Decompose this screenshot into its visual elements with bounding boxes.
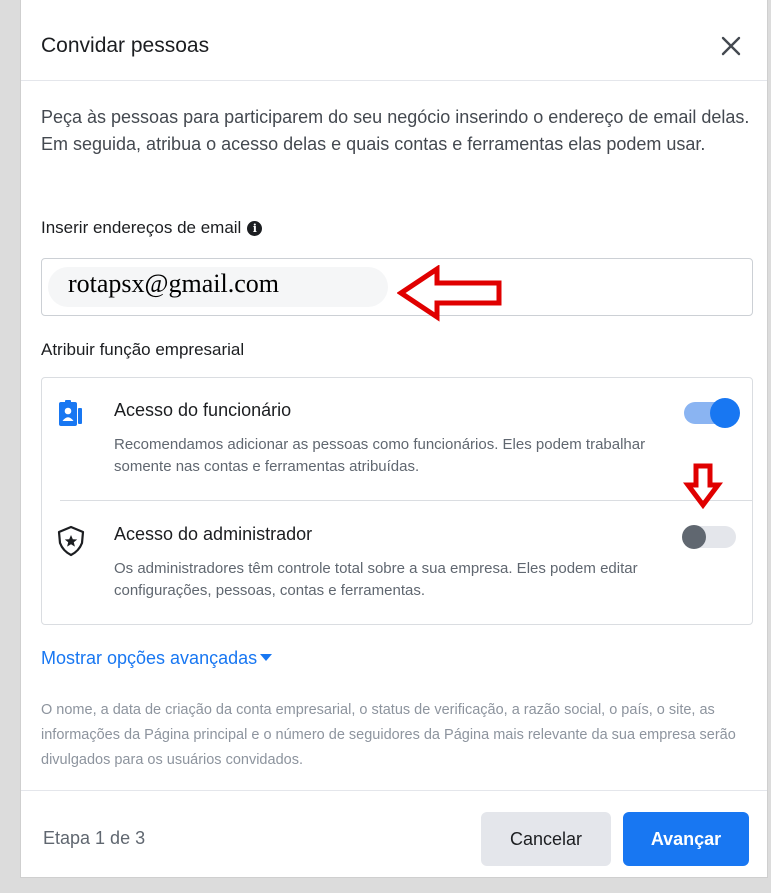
role-title-employee: Acesso do funcionário <box>114 400 292 420</box>
step-indicator: Etapa 1 de 3 <box>43 828 146 848</box>
role-label: Atribuir função empresarial <box>41 340 245 359</box>
email-label: Inserir endereços de email <box>41 218 242 237</box>
cancel-button[interactable]: Cancelar <box>481 812 611 866</box>
employee-badge-icon <box>59 400 82 426</box>
role-divider <box>60 500 753 501</box>
down-arrow-annotation-icon <box>683 463 723 509</box>
disclosure-text: O nome, a data de criação da conta empre… <box>41 702 736 768</box>
role-options: Acesso do funcionário Recomendamos adici… <box>41 377 753 625</box>
invite-people-dialog: Convidar pessoas Peça às pessoas para pa… <box>20 0 768 878</box>
advanced-link-label: Mostrar opções avançadas <box>41 648 258 668</box>
info-icon[interactable]: i <box>247 221 263 236</box>
dialog-title: Convidar pessoas <box>41 34 210 57</box>
email-value: rotapsx@gmail.com <box>68 269 279 298</box>
toggle-knob <box>682 525 706 549</box>
email-label-row: Inserir endereços de email i <box>41 218 263 238</box>
show-advanced-options-link[interactable]: Mostrar opções avançadas <box>41 648 273 669</box>
employee-access-toggle[interactable] <box>684 398 740 428</box>
header-divider <box>21 80 767 81</box>
admin-shield-icon <box>57 525 85 557</box>
role-desc-admin: Os administradores têm controle total so… <box>114 560 638 599</box>
caret-down-icon <box>260 654 273 661</box>
role-desc-employee: Recomendamos adicionar as pessoas como f… <box>114 436 646 475</box>
next-button[interactable]: Avançar <box>623 812 749 866</box>
intro-text: Peça às pessoas para participarem do seu… <box>41 107 750 154</box>
role-title-admin: Acesso do administrador <box>114 524 313 544</box>
left-arrow-annotation-icon <box>397 265 502 322</box>
toggle-knob <box>710 398 740 428</box>
close-icon[interactable] <box>717 32 745 60</box>
admin-access-toggle[interactable] <box>682 525 736 549</box>
footer-divider <box>21 790 767 791</box>
